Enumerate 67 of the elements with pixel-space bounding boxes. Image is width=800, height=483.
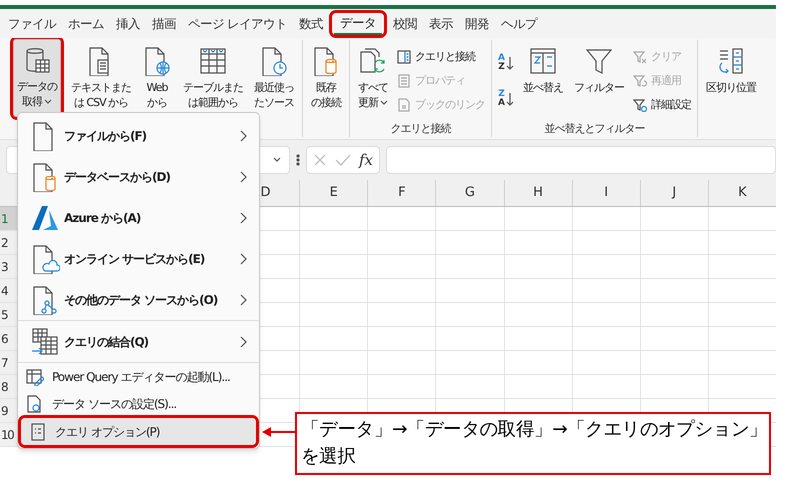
combine-tables-icon: [30, 326, 60, 356]
down-arrow-icon: [506, 56, 514, 70]
ribbon-button[interactable]: テキストまた は CSV から: [67, 40, 135, 118]
ribbon-button[interactable]: クエリと接続: [395, 46, 487, 68]
ribbon-tab[interactable]: 表示: [422, 12, 459, 34]
ribbon-tab[interactable]: 挿入: [110, 12, 146, 34]
column-header[interactable]: K: [708, 180, 776, 206]
query-panel-icon: [397, 50, 411, 64]
group-label: 並べ替えとフィルター: [543, 122, 646, 136]
editor-icon: [26, 368, 44, 386]
ribbon-button[interactable]: 既存 の接続: [307, 40, 345, 118]
more-icon: [296, 153, 300, 167]
check-icon: [335, 153, 351, 167]
ribbon-tab[interactable]: データ: [334, 12, 382, 34]
callout-text: を選択: [301, 445, 356, 469]
clear-filter-icon: [632, 50, 647, 64]
close-icon: [313, 153, 327, 167]
link-file-icon: [397, 98, 411, 112]
down-arrow-icon: [506, 92, 514, 106]
reapply-filter-icon: [632, 74, 647, 88]
ribbon-button[interactable]: 最近使っ たソース: [250, 40, 298, 118]
advanced-filter-icon: [632, 98, 647, 112]
column-header[interactable]: F: [367, 180, 436, 206]
column-header[interactable]: G: [435, 180, 504, 206]
ribbon-tab[interactable]: ファイル: [2, 12, 62, 34]
ribbon-tab[interactable]: 数式: [292, 12, 329, 34]
chevron-right-icon: [239, 336, 247, 348]
formula-input[interactable]: [386, 146, 776, 174]
ribbon-tab[interactable]: 開発: [458, 12, 495, 34]
menu-item[interactable]: ファイルから(F): [18, 115, 259, 156]
sort-button[interactable]: A Z: [496, 46, 516, 80]
caret-icon: [44, 98, 52, 104]
table-icon: [198, 46, 228, 76]
sort-dialog-icon: [528, 46, 558, 76]
options-list-icon: [29, 422, 47, 440]
ribbon-tab[interactable]: 校閲: [386, 12, 423, 34]
column-header[interactable]: J: [640, 180, 708, 206]
function-button[interactable]: fx: [359, 148, 374, 172]
callout-text: 「データ」→「データの取得」→「クエリのオプション」: [301, 418, 768, 442]
ribbon-tab[interactable]: 描画: [146, 12, 182, 34]
properties-icon: [397, 74, 411, 88]
menu-item[interactable]: クエリ オプション(P): [21, 418, 256, 445]
ribbon-button[interactable]: 区切り位置: [702, 40, 760, 118]
ribbon-tab[interactable]: ヘルプ: [494, 12, 543, 34]
ribbon-tab[interactable]: ページ レイアウト: [182, 12, 293, 34]
column-header[interactable]: I: [572, 180, 640, 206]
chevron-right-icon: [239, 212, 247, 224]
chevron-right-icon: [239, 130, 247, 142]
group-label: クエリと接続: [390, 122, 452, 136]
menu-item[interactable]: クエリの結合(Q): [18, 321, 259, 362]
chevron-right-icon: [239, 294, 247, 306]
column-header[interactable]: E: [299, 180, 368, 206]
sort-button[interactable]: Z A: [496, 82, 516, 116]
caret-icon: [380, 100, 388, 106]
ribbon-button[interactable]: フィルター: [570, 40, 628, 118]
ribbon-button[interactable]: 詳細設定: [630, 94, 693, 116]
chevron-down-icon: [273, 157, 281, 163]
ribbon-button[interactable]: 並べ替え: [518, 40, 567, 118]
ribbon-button[interactable]: テーブルまた は範囲から: [179, 40, 247, 118]
chevron-right-icon: [239, 170, 247, 182]
ribbon-tab[interactable]: ホーム: [62, 12, 110, 34]
ribbon-button[interactable]: データの 取得: [13, 39, 61, 117]
ribbon-button[interactable]: すべて 更新: [354, 40, 392, 118]
chevron-right-icon: [239, 252, 247, 264]
sort-letters: A Z: [498, 54, 505, 72]
sort-letters: Z A: [498, 90, 505, 108]
column-header[interactable]: H: [504, 180, 572, 206]
